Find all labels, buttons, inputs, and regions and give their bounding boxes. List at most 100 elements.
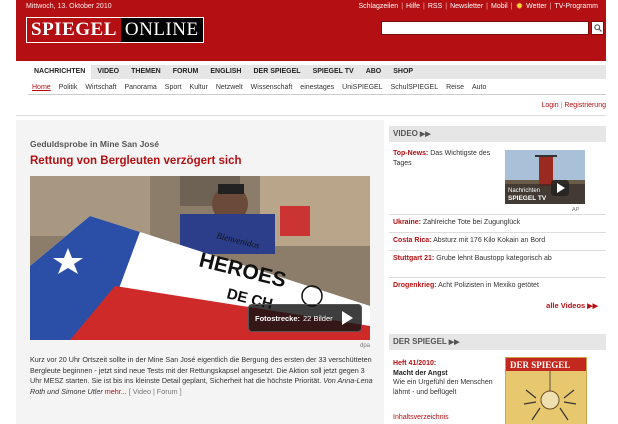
- fotostrecke-label: Fotostrecke:: [255, 313, 301, 323]
- spiegel-cover[interactable]: DER SPIEGEL: [505, 357, 587, 424]
- link-rss[interactable]: RSS: [428, 3, 442, 10]
- subnav-kultur[interactable]: Kultur: [186, 80, 212, 94]
- nav-abo[interactable]: ABO: [360, 65, 388, 79]
- nav-spiegel-tv[interactable]: SPIEGEL TV: [307, 65, 360, 79]
- subnav-unispiegel[interactable]: UniSPIEGEL: [338, 80, 386, 94]
- video-item-label: Drogenkrieg:: [393, 282, 437, 289]
- subnav-panorama[interactable]: Panorama: [121, 80, 161, 94]
- video-box-title[interactable]: VIDEO ▶▶: [393, 129, 431, 138]
- subnav-einestages[interactable]: einestages: [296, 80, 338, 94]
- article-photo[interactable]: Bienvenidos HEROES DE CH Fotostrecke: 22…: [30, 176, 370, 340]
- separator: |: [445, 3, 448, 10]
- video-item-label: Costa Rica:: [393, 237, 432, 244]
- register-link[interactable]: Registrierung: [564, 102, 606, 109]
- article-meta-links[interactable]: [ Video | Forum ]: [129, 387, 182, 396]
- photo-credit: dpa: [359, 343, 370, 349]
- logo-spiegel: SPIEGEL: [27, 18, 121, 42]
- all-videos-text: alle Videos: [546, 301, 586, 310]
- double-arrow-icon: ▶▶: [448, 339, 460, 346]
- nav-shop[interactable]: SHOP: [387, 65, 419, 79]
- spiegel-box-title[interactable]: DER SPIEGEL ▶▶: [393, 337, 460, 346]
- article-kicker[interactable]: Geduldsprobe in Mine San José: [30, 139, 159, 149]
- video-top-label: Top-News:: [393, 150, 429, 157]
- video-item[interactable]: Ukraine: Zahlreiche Tote bei Zugunglück: [393, 218, 598, 228]
- nav-english[interactable]: ENGLISH: [204, 65, 247, 79]
- spiegel-issue-title: Macht der Angst: [393, 369, 448, 377]
- video-box-title-text: VIDEO: [393, 129, 418, 138]
- nav-video[interactable]: VIDEO: [91, 65, 125, 79]
- separator: |: [401, 3, 404, 10]
- search-button[interactable]: [591, 21, 604, 35]
- spiegel-issue-teaser[interactable]: Heft 41/2010: Macht der Angst Wie ein Ur…: [393, 359, 503, 397]
- all-videos-link[interactable]: alle Videos ▶▶: [546, 301, 598, 310]
- link-tv-programm[interactable]: TV-Programm: [554, 3, 598, 10]
- video-item[interactable]: Stuttgart 21: Grube lehnt Baustopp kateg…: [393, 254, 598, 264]
- video-item-label: Stuttgart 21:: [393, 255, 435, 262]
- spiegel-box-title-text: DER SPIEGEL: [393, 337, 447, 346]
- divider: [389, 277, 606, 278]
- separator: |: [423, 3, 425, 10]
- divider: [389, 214, 606, 215]
- main-nav: NACHRICHTEN VIDEO THEMEN FORUM ENGLISH D…: [28, 65, 606, 79]
- login-link[interactable]: Login: [542, 102, 559, 109]
- video-item[interactable]: Costa Rica: Absturz mit 176 Kilo Kokain …: [393, 236, 598, 246]
- play-icon: [342, 311, 353, 325]
- teaser-text: Kurz vor 20 Uhr Ortszeit sollte in der M…: [30, 355, 372, 385]
- fotostrecke-button[interactable]: Fotostrecke: 22 Bilder: [248, 304, 362, 332]
- fotostrecke-count: 22 Bilder: [303, 313, 333, 323]
- subnav-reise[interactable]: Reise: [442, 80, 468, 94]
- video-box-header: VIDEO ▶▶: [389, 126, 606, 142]
- header-links: Schlagzeilen | Hilfe | RSS | Newsletter …: [358, 1, 598, 11]
- nav-forum[interactable]: FORUM: [167, 65, 205, 79]
- divider: [389, 250, 606, 251]
- logo-online: ONLINE: [120, 18, 203, 42]
- spiegel-issue-text: Wie ein Urgefühl den Menschen lähmt - un…: [393, 379, 493, 396]
- double-arrow-icon: ▶▶: [587, 303, 598, 310]
- lead-article: Geduldsprobe in Mine San José Rettung vo…: [16, 120, 384, 424]
- toc-link[interactable]: Inhaltsverzeichnis: [393, 414, 449, 421]
- video-thumbnail-image: Nachrichten SPIEGEL TV: [505, 150, 585, 204]
- separator: |: [486, 3, 488, 10]
- divider: [389, 232, 606, 233]
- video-top-news[interactable]: Top-News: Das Wichtigste des Tages: [393, 149, 501, 168]
- subnav-netzwelt[interactable]: Netzwelt: [212, 80, 247, 94]
- separator: |: [549, 3, 552, 10]
- cover-title: DER SPIEGEL: [510, 360, 570, 370]
- video-item[interactable]: Drogenkrieg: Acht Polizisten in Mexiko g…: [393, 281, 598, 291]
- search-icon: [593, 24, 602, 32]
- video-item-text: Acht Polizisten in Mexiko getötet: [438, 282, 539, 289]
- link-hilfe[interactable]: Hilfe: [406, 3, 420, 10]
- site-header: Mittwoch, 13. Oktober 2010 Schlagzeilen …: [16, 0, 606, 61]
- sub-nav: Home Politik Wirtschaft Panorama Sport K…: [28, 80, 606, 95]
- video-item-text: Absturz mit 176 Kilo Kokain an Bord: [433, 237, 546, 244]
- more-link[interactable]: mehr...: [105, 387, 127, 396]
- nav-nachrichten[interactable]: NACHRICHTEN: [28, 65, 92, 79]
- link-schlagzeilen[interactable]: Schlagzeilen: [358, 3, 398, 10]
- nav-der-spiegel[interactable]: DER SPIEGEL: [248, 65, 307, 79]
- nav-themen[interactable]: THEMEN: [125, 65, 167, 79]
- search-input[interactable]: [381, 21, 589, 35]
- spiegel-cover-image: DER SPIEGEL: [506, 358, 586, 424]
- video-thumbnail[interactable]: Nachrichten SPIEGEL TV: [505, 150, 585, 204]
- link-mobil[interactable]: Mobil: [491, 3, 508, 10]
- subnav-schulspiegel[interactable]: SchulSPIEGEL: [387, 80, 442, 94]
- thumb-label-2: SPIEGEL TV: [508, 195, 547, 202]
- subnav-wissenschaft[interactable]: Wissenschaft: [247, 80, 297, 94]
- subnav-wirtschaft[interactable]: Wirtschaft: [81, 80, 120, 94]
- divider: [16, 115, 606, 116]
- article-headline[interactable]: Rettung von Bergleuten verzögert sich: [30, 155, 242, 167]
- link-wetter[interactable]: Wetter: [526, 3, 547, 10]
- subnav-politik[interactable]: Politik: [55, 80, 82, 94]
- subnav-sport[interactable]: Sport: [161, 80, 186, 94]
- video-item-text: Zahlreiche Tote bei Zugunglück: [422, 219, 521, 226]
- subnav-home[interactable]: Home: [28, 80, 55, 94]
- sun-icon: ✹: [515, 1, 524, 11]
- double-arrow-icon: ▶▶: [419, 131, 431, 138]
- subnav-auto[interactable]: Auto: [468, 80, 490, 94]
- thumb-label-1: Nachrichten: [508, 188, 540, 194]
- account-links: Login | Registrierung: [542, 102, 607, 109]
- link-newsletter[interactable]: Newsletter: [450, 3, 483, 10]
- sidebar: VIDEO ▶▶ Top-News: Das Wichtigste des Tag…: [389, 120, 606, 424]
- separator: |: [510, 3, 513, 10]
- spiegel-online-logo[interactable]: SPIEGEL ONLINE: [26, 17, 204, 43]
